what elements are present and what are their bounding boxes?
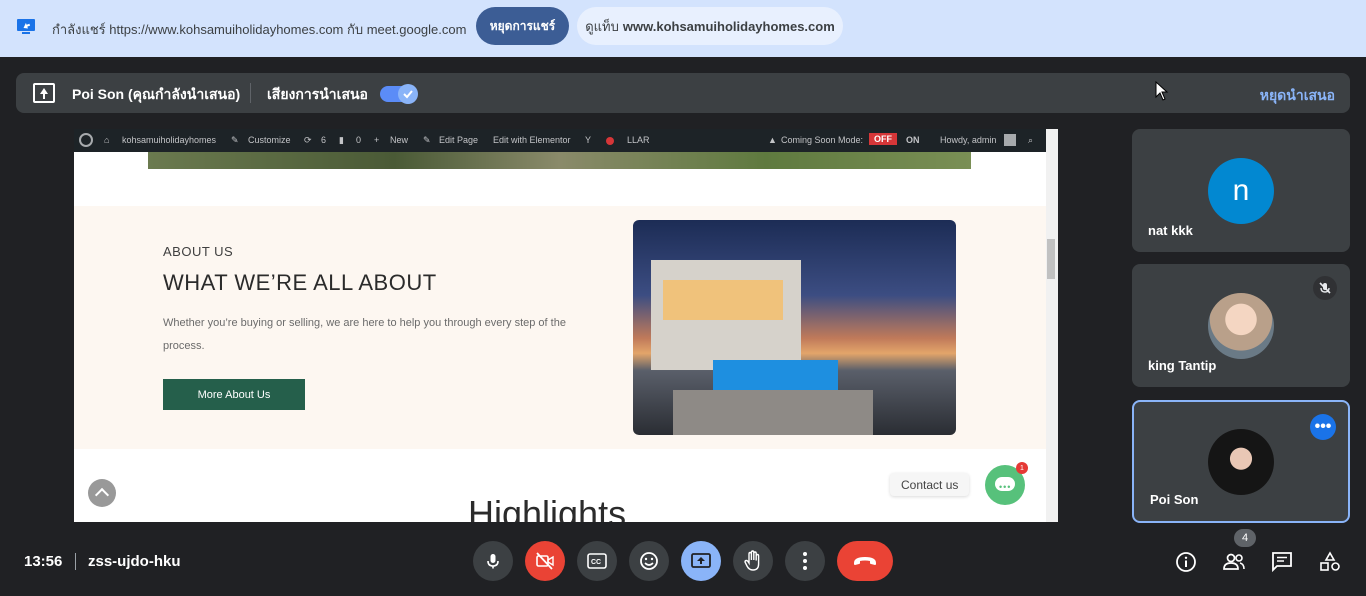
about-section: ABOUT US WHAT WE’RE ALL ABOUT Whether yo… [74, 206, 1046, 449]
wp-edit-page-link[interactable]: Edit Page [439, 135, 478, 145]
hand-icon [744, 550, 760, 571]
leave-call-button[interactable] [837, 541, 893, 581]
coming-soon-off-badge[interactable]: OFF [869, 133, 897, 145]
view-tab-site: www.kohsamuiholidayhomes.com [622, 18, 835, 34]
microphone-icon [487, 554, 499, 569]
wp-updates-count[interactable]: 6 [321, 135, 326, 145]
wp-elementor-link[interactable]: Edit with Elementor [493, 135, 571, 145]
meeting-time: 13:56 [24, 553, 63, 570]
divider [250, 83, 251, 103]
camera-off-button[interactable] [525, 541, 565, 581]
present-now-button[interactable] [681, 541, 721, 581]
presentation-audio-toggle[interactable] [380, 84, 418, 104]
mouse-cursor-icon [1155, 81, 1169, 101]
emoji-icon [640, 552, 658, 570]
wp-site-link[interactable]: kohsamuiholidayhomes [122, 135, 216, 145]
villa-photo [633, 220, 956, 435]
check-icon [398, 84, 418, 104]
admin-avatar[interactable] [1004, 134, 1016, 146]
mic-off-icon [1313, 276, 1337, 300]
participant-tile[interactable]: n nat kkk [1132, 129, 1350, 252]
avatar [1208, 429, 1274, 495]
spacer [74, 169, 1046, 206]
chat-icon [1272, 552, 1292, 573]
avatar: n [1208, 158, 1274, 224]
activities-button[interactable] [1318, 550, 1342, 574]
contact-us-label[interactable]: Contact us [890, 473, 970, 496]
participant-tile[interactable]: king Tantip [1132, 264, 1350, 387]
meeting-details-button[interactable] [1174, 550, 1198, 574]
wp-llar-link[interactable]: LLAR [627, 135, 650, 145]
shared-screen: ⌂ kohsamuiholidayhomes ✎ Customize ⟳ 6 ▮… [74, 129, 1058, 522]
stop-sharing-button[interactable]: หยุดการแชร์ [476, 7, 569, 45]
share-status-text: กำลังแชร์ https://www.kohsamuiholidayhom… [52, 22, 467, 37]
microphone-button[interactable] [473, 541, 513, 581]
landscape-image-strip [148, 152, 971, 169]
emoji-reactions-button[interactable] [629, 541, 669, 581]
meeting-code: zss-ujdo-hku [88, 553, 181, 570]
presentation-audio-label: เสียงการนำเสนอ [267, 86, 368, 102]
wp-admin-bar: ⌂ kohsamuiholidayhomes ✎ Customize ⟳ 6 ▮… [74, 129, 1058, 152]
info-icon [1176, 552, 1196, 572]
brush-icon: ✎ [231, 135, 239, 145]
screen-share-icon [17, 19, 35, 34]
plus-icon: + [374, 135, 380, 145]
participant-count-badge: 4 [1234, 529, 1256, 547]
raise-hand-button[interactable] [733, 541, 773, 581]
activities-icon [1320, 551, 1340, 571]
view-tab-prefix: ดูแท็บ [585, 18, 619, 34]
about-title: WHAT WE’RE ALL ABOUT [163, 270, 437, 295]
view-tab-button[interactable]: ดูแท็บ www.kohsamuiholidayhomes.com [577, 7, 843, 45]
more-about-us-button[interactable]: More About Us [163, 379, 305, 410]
more-options-icon[interactable]: ••• [1310, 414, 1336, 440]
phone-hangup-icon [854, 557, 876, 565]
refresh-icon: ⟳ [304, 135, 312, 145]
wp-customize-link[interactable]: Customize [248, 135, 291, 145]
presenter-label: Poi Son (คุณกำลังนำเสนอ) [72, 86, 241, 102]
page-scrollbar[interactable] [1046, 129, 1058, 522]
chat-notification-badge: 1 [1016, 462, 1028, 474]
more-vert-icon [803, 552, 807, 570]
captions-icon: CC [587, 553, 607, 569]
rocket-icon: ▲ [768, 135, 777, 145]
chat-button[interactable] [1270, 550, 1294, 574]
home-icon: ⌂ [104, 135, 110, 145]
participant-name: nat kkk [1148, 223, 1193, 238]
scroll-to-top-icon[interactable] [88, 479, 116, 507]
captions-button[interactable]: CC [577, 541, 617, 581]
wordpress-icon[interactable] [79, 133, 93, 147]
more-options-button[interactable] [785, 541, 825, 581]
participant-name: Poi Son [1150, 492, 1199, 507]
presentation-bar: Poi Son (คุณกำลังนำเสนอ) เสียงการนำเสนอ … [16, 73, 1350, 113]
comment-icon: ▮ [339, 135, 344, 145]
camera-off-icon [536, 552, 554, 570]
chrome-share-bar: กำลังแชร์ https://www.kohsamuiholidayhom… [0, 0, 1366, 57]
wp-new-link[interactable]: New [390, 135, 408, 145]
coming-soon-label: Coming Soon Mode: [781, 135, 864, 145]
about-description: Whether you’re buying or selling, we are… [163, 317, 566, 352]
status-dot-icon [606, 137, 614, 145]
people-icon [1223, 553, 1245, 570]
present-screen-icon [691, 553, 711, 568]
wp-howdy-link[interactable]: Howdy, admin [940, 135, 996, 145]
yoast-icon[interactable]: Y [585, 135, 591, 145]
stop-presenting-button[interactable]: หยุดนำเสนอ [1260, 85, 1335, 107]
search-icon[interactable]: ⌕ [1028, 135, 1033, 146]
about-eyebrow: ABOUT US [163, 244, 234, 259]
present-screen-icon [33, 83, 55, 103]
coming-soon-on-label[interactable]: ON [906, 135, 920, 145]
pencil-icon: ✎ [423, 135, 431, 145]
avatar [1208, 293, 1274, 359]
highlights-heading: Highlights [468, 493, 627, 522]
wp-comments-count[interactable]: 0 [356, 135, 361, 145]
divider [75, 553, 76, 570]
participant-tile-self[interactable]: ••• Poi Son [1132, 400, 1350, 523]
participant-name: king Tantip [1148, 358, 1217, 373]
people-button[interactable] [1222, 550, 1246, 574]
svg-text:CC: CC [591, 559, 601, 566]
